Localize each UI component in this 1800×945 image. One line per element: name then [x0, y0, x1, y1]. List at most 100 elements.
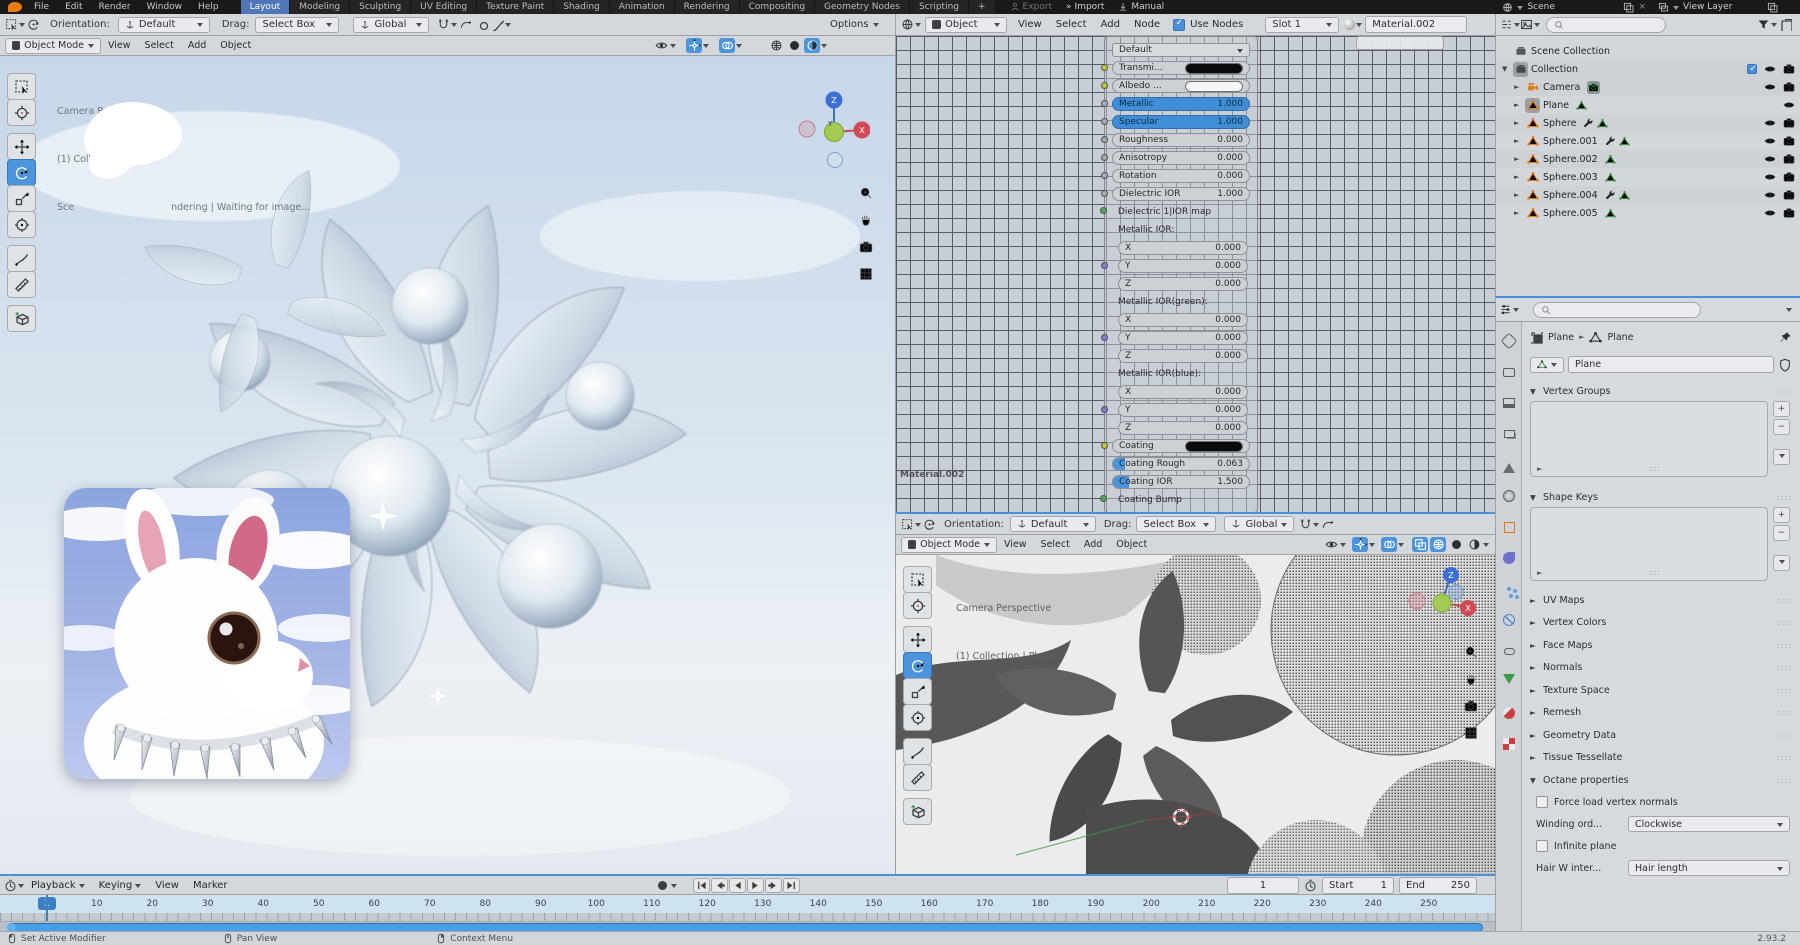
expander-icon[interactable]: ▼: [1502, 65, 1513, 73]
topbar-menu-item[interactable]: Window: [139, 2, 191, 12]
timeline-menu-item[interactable]: Marker: [186, 880, 235, 891]
render-visibility-icon[interactable]: [1783, 135, 1795, 147]
panel-header[interactable]: ►Vertex Colors::::: [1530, 612, 1792, 635]
shader-menu-item[interactable]: Add: [1094, 19, 1127, 30]
node-socket[interactable]: [1101, 262, 1108, 269]
hide-eye-icon[interactable]: [1764, 207, 1776, 219]
properties-search-input[interactable]: [1533, 302, 1701, 318]
workspace-tab[interactable]: UV Editing: [411, 0, 477, 14]
node-socket[interactable]: [1101, 136, 1108, 143]
camera-view-icon[interactable]: [857, 238, 875, 256]
tool-button[interactable]: [903, 566, 932, 593]
unlink-icon[interactable]: ×: [1638, 2, 1646, 12]
hair-dropdown[interactable]: Hair length: [1628, 860, 1790, 876]
mesh-selector-icon[interactable]: [1530, 357, 1564, 373]
view-menu[interactable]: View: [997, 539, 1034, 550]
tool-button[interactable]: [7, 305, 36, 332]
shading-rendered-icon[interactable]: [804, 38, 820, 53]
proportional-falloff-icon[interactable]: [491, 17, 511, 33]
workspace-tab[interactable]: Layout: [241, 0, 291, 14]
properties-tab[interactable]: [1497, 484, 1521, 508]
shader-menu-item[interactable]: Select: [1049, 19, 1094, 30]
pan-hand-icon[interactable]: [857, 211, 875, 229]
mode-dropdown[interactable]: Object Mode: [901, 537, 997, 553]
timeline-ruler[interactable]: 1 10203040506070809010011012013014015016…: [0, 895, 1495, 913]
select-menu[interactable]: Select: [138, 40, 181, 51]
proportional-edit-icon[interactable]: [474, 17, 491, 33]
editor-type-shader-icon[interactable]: [901, 17, 921, 33]
panel-header[interactable]: ►Tissue Tessellate::::: [1530, 747, 1792, 770]
shading-solid-icon[interactable]: [786, 38, 802, 53]
render-visibility-icon[interactable]: [1783, 81, 1795, 93]
color-swatch[interactable]: [1185, 441, 1243, 452]
tool-button[interactable]: [903, 738, 932, 765]
shader-menu-item[interactable]: Node: [1127, 19, 1167, 30]
view-menu[interactable]: View: [101, 40, 138, 51]
node-socket[interactable]: [1101, 334, 1108, 341]
current-frame-field[interactable]: 1: [1227, 877, 1299, 894]
tool-button[interactable]: [7, 73, 36, 100]
options-dropdown[interactable]: Options: [830, 19, 879, 30]
tool-button[interactable]: [7, 245, 36, 272]
tool-button[interactable]: [7, 99, 36, 126]
tool-button[interactable]: [7, 133, 36, 160]
workspace-tab[interactable]: Animation: [610, 0, 675, 14]
topbar-menu-item[interactable]: File: [26, 2, 57, 12]
outliner-object-row[interactable]: ► Sphere.001: [1496, 132, 1800, 150]
overlays-toggle-icon[interactable]: [1381, 537, 1397, 552]
node-param-row[interactable]: Metallic IOR:: [1112, 223, 1250, 237]
add-shape-key-button[interactable]: +: [1773, 507, 1790, 523]
jump-to-end-button[interactable]: [783, 878, 800, 893]
blender-logo-icon[interactable]: [8, 2, 22, 12]
tool-button[interactable]: [7, 185, 36, 212]
mode-dropdown[interactable]: Object Mode: [5, 38, 101, 54]
editor-type-outliner-icon[interactable]: [1500, 17, 1520, 33]
tool-button[interactable]: [7, 211, 36, 238]
editor-type-timeline-icon[interactable]: [4, 877, 24, 893]
shading-solid-icon[interactable]: [1448, 537, 1464, 552]
pan-hand-icon[interactable]: [1462, 670, 1480, 688]
outliner-object-row[interactable]: ► Sphere.002: [1496, 150, 1800, 168]
orientation-dropdown[interactable]: Default: [1010, 516, 1096, 532]
node-socket[interactable]: [1100, 207, 1107, 214]
pivot-dropdown[interactable]: Global: [1224, 516, 1294, 532]
xray-toggle-icon[interactable]: [1412, 537, 1428, 552]
tool-button[interactable]: [903, 592, 932, 619]
panel-header[interactable]: ►Face Maps::::: [1530, 634, 1792, 657]
render-visibility-icon[interactable]: [1783, 171, 1795, 183]
use-nodes-checkbox[interactable]: Use Nodes: [1173, 19, 1243, 31]
add-menu[interactable]: Add: [181, 40, 213, 51]
clipped-node-header[interactable]: [1356, 36, 1444, 50]
node-param-row[interactable]: Albedo ...: [1112, 79, 1250, 93]
pivot-dropdown[interactable]: Global: [353, 17, 429, 33]
node-param-row[interactable]: Metallic 1.000: [1112, 97, 1250, 111]
ortho-toggle-icon[interactable]: [1462, 724, 1480, 742]
node-socket[interactable]: [1101, 64, 1108, 71]
scene-selector[interactable]: Scene ×: [1502, 2, 1646, 13]
navigation-gizmo[interactable]: Z X Y: [798, 84, 870, 171]
workspace-tab[interactable]: Rendering: [675, 0, 740, 14]
node-param-row[interactable]: X 0.000: [1118, 313, 1248, 327]
orientation-dropdown[interactable]: Default: [118, 17, 210, 33]
active-tool-icon[interactable]: [901, 516, 921, 532]
tool-button[interactable]: [903, 764, 932, 791]
properties-tab[interactable]: [1497, 422, 1521, 446]
node-param-row[interactable]: X 0.000: [1118, 241, 1248, 255]
outliner-object-row[interactable]: ► Camera: [1496, 78, 1800, 96]
zoom-icon[interactable]: [1462, 643, 1480, 661]
breadcrumb-object[interactable]: Plane: [1548, 332, 1574, 343]
object-menu[interactable]: Object: [213, 40, 258, 51]
outliner-object-row[interactable]: ► Sphere.005: [1496, 204, 1800, 222]
falloff-icon[interactable]: [25, 17, 42, 33]
keying-popover-caret[interactable]: [671, 884, 677, 891]
octane-panel-header[interactable]: ▼Octane properties::::: [1530, 769, 1792, 791]
node-param-row[interactable]: Roughness 0.000: [1112, 133, 1250, 147]
node-socket[interactable]: [1101, 100, 1108, 107]
collection-row[interactable]: ▼ Collection: [1496, 60, 1800, 78]
fake-user-shield-icon[interactable]: [1778, 358, 1792, 372]
render-visibility-icon[interactable]: [1783, 153, 1795, 165]
copy-icon[interactable]: [1623, 2, 1634, 13]
snap-rotate-icon[interactable]: [457, 17, 474, 33]
timeline-menu-item[interactable]: View: [148, 880, 186, 891]
expander-icon[interactable]: ►: [1514, 137, 1525, 145]
